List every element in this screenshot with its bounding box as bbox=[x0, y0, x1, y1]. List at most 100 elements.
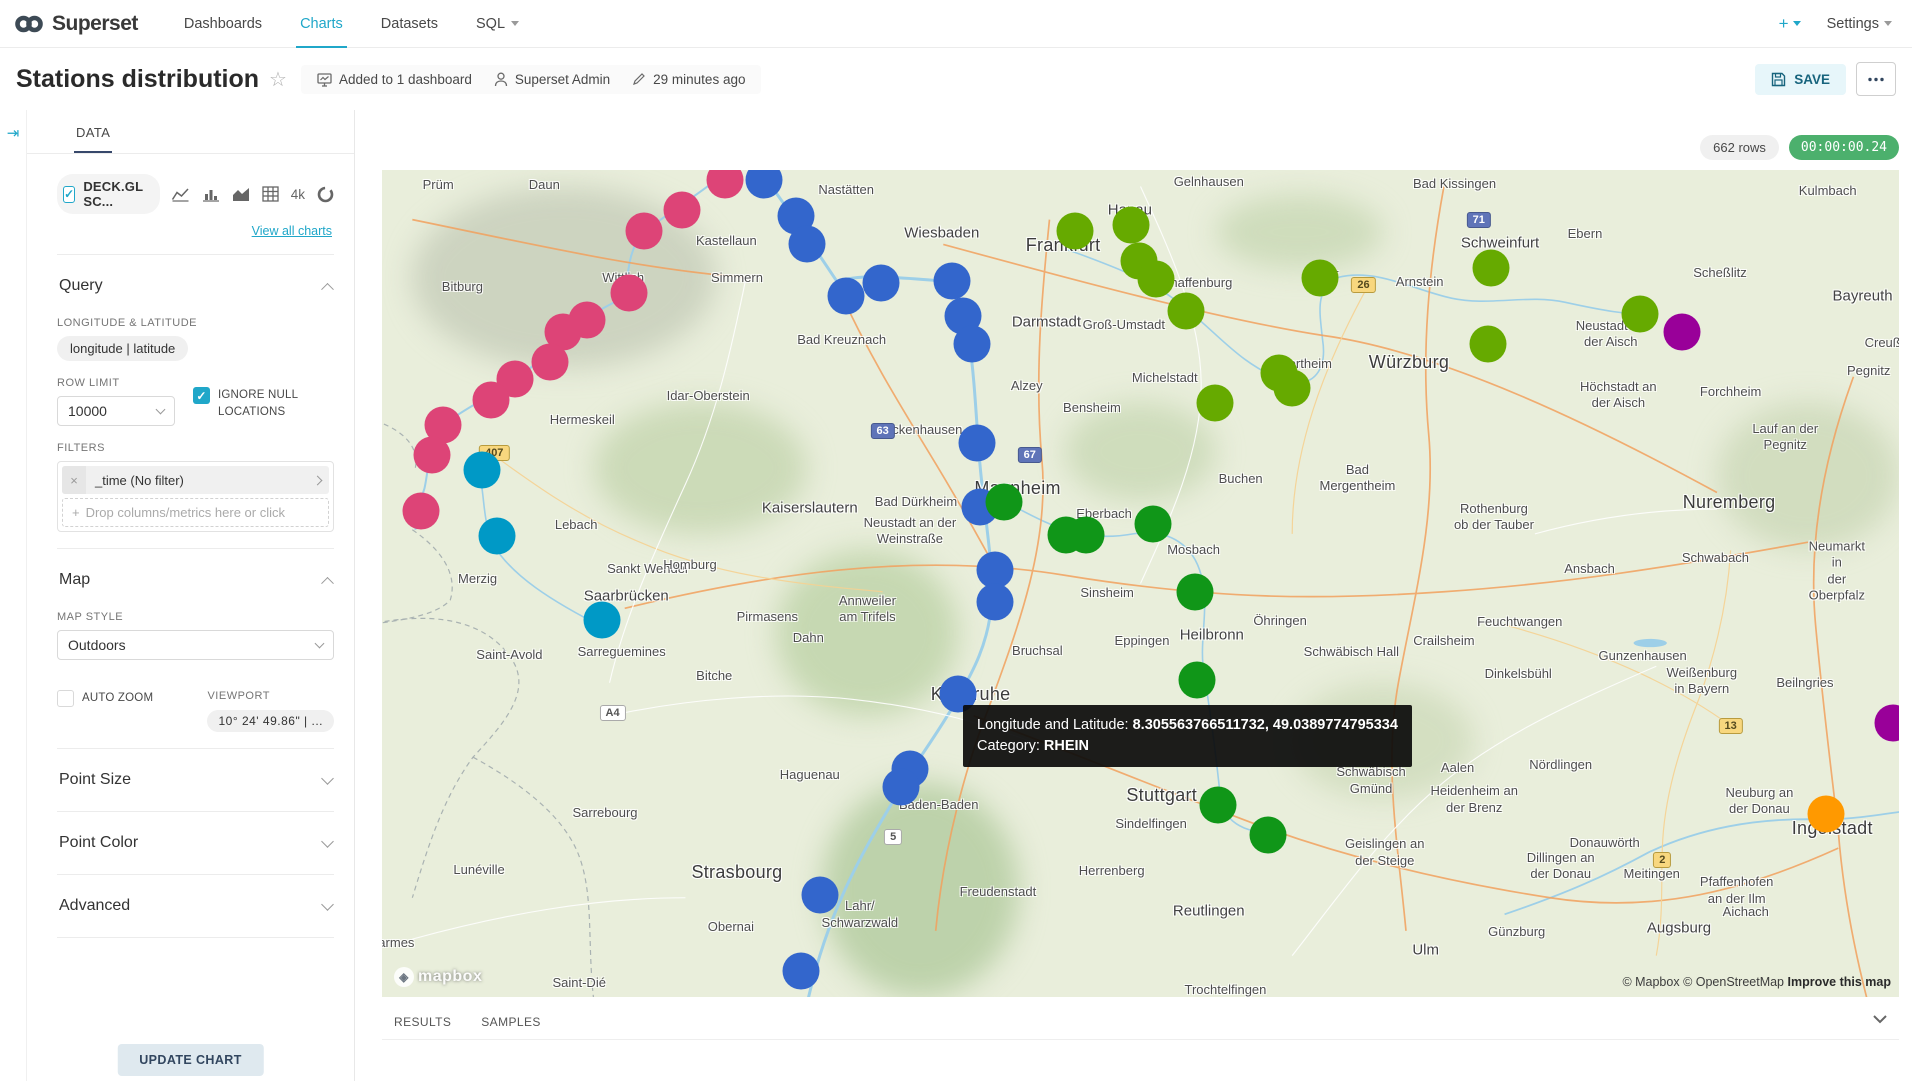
tab-results[interactable]: RESULTS bbox=[394, 1015, 451, 1029]
map-point-lgreen[interactable] bbox=[1621, 295, 1658, 332]
map-point-cyan[interactable] bbox=[583, 601, 620, 638]
section-query[interactable]: Query bbox=[57, 271, 334, 301]
section-point-size[interactable]: Point Size bbox=[57, 765, 334, 795]
map-point-lgreen[interactable] bbox=[1301, 260, 1338, 297]
map-point-pink[interactable] bbox=[532, 343, 569, 380]
improve-map-link[interactable]: Improve this map bbox=[1788, 975, 1892, 989]
map-city-label: Reutlingen bbox=[1173, 902, 1245, 921]
deckgl-map[interactable]: PrümDaunNastättenGelnhausenBad Kissingen… bbox=[382, 170, 1899, 997]
auto-zoom-label: AUTO ZOOM bbox=[82, 690, 153, 707]
map-city-label: Wiesbaden bbox=[904, 224, 979, 243]
map-point-blue[interactable] bbox=[863, 265, 900, 302]
viewport-value-pill[interactable]: 10° 24' 49.86" | ... bbox=[207, 710, 334, 732]
divider bbox=[57, 548, 334, 549]
settings-menu[interactable]: Settings bbox=[1827, 16, 1892, 32]
pie-chart-icon[interactable] bbox=[317, 186, 334, 203]
map-point-blue[interactable] bbox=[954, 326, 991, 363]
map-point-blue[interactable] bbox=[802, 877, 839, 914]
map-point-lgreen[interactable] bbox=[1196, 385, 1233, 422]
map-point-blue[interactable] bbox=[882, 768, 919, 805]
map-point-dgreen[interactable] bbox=[1249, 816, 1286, 853]
map-point-lgreen[interactable] bbox=[1472, 250, 1509, 287]
viz-4k-label[interactable]: 4k bbox=[291, 187, 305, 202]
section-advanced[interactable]: Advanced bbox=[57, 891, 334, 921]
table-icon[interactable] bbox=[262, 186, 279, 202]
nav-item-datasets[interactable]: Datasets bbox=[365, 0, 454, 47]
tab-samples[interactable]: SAMPLES bbox=[481, 1015, 541, 1029]
area-chart-icon[interactable] bbox=[232, 186, 250, 202]
save-button[interactable]: SAVE bbox=[1755, 64, 1846, 95]
line-chart-icon[interactable] bbox=[171, 186, 190, 202]
divider bbox=[57, 254, 334, 255]
collapse-panel-icon[interactable]: ⇥ bbox=[7, 125, 20, 142]
map-city-label: Bruchsal bbox=[1012, 643, 1063, 659]
map-point-dgreen[interactable] bbox=[1177, 573, 1214, 610]
map-point-pink[interactable] bbox=[626, 213, 663, 250]
auto-zoom-checkbox[interactable] bbox=[57, 690, 74, 707]
map-point-blue[interactable] bbox=[828, 277, 865, 314]
map-point-pink[interactable] bbox=[414, 437, 451, 474]
settings-label: Settings bbox=[1827, 16, 1879, 32]
map-point-purple[interactable] bbox=[1664, 314, 1701, 351]
map-style-select[interactable]: Outdoors bbox=[57, 630, 334, 660]
superset-brand[interactable]: Superset bbox=[14, 12, 138, 36]
tooltip-lonlat-label: Longitude and Latitude: bbox=[977, 717, 1133, 733]
divider bbox=[57, 937, 334, 938]
map-point-pink[interactable] bbox=[664, 191, 701, 228]
map-point-dgreen[interactable] bbox=[1178, 662, 1215, 699]
ignore-null-checkbox[interactable]: ✓ bbox=[193, 387, 210, 404]
chevron-down-icon bbox=[321, 835, 334, 848]
section-map[interactable]: Map bbox=[57, 565, 334, 595]
map-point-cyan[interactable] bbox=[479, 518, 516, 555]
map-city-label: Ansbach bbox=[1564, 560, 1615, 576]
filter-dropzone[interactable]: + Drop columns/metrics here or click bbox=[62, 498, 329, 527]
map-point-blue[interactable] bbox=[788, 225, 825, 262]
mapbox-logo[interactable]: ◈ mapbox bbox=[394, 967, 482, 987]
nav-item-sql[interactable]: SQL bbox=[460, 0, 535, 47]
new-dropdown[interactable]: + bbox=[1779, 14, 1801, 34]
map-point-pink[interactable] bbox=[611, 275, 648, 312]
last-modified-badge[interactable]: 29 minutes ago bbox=[632, 72, 745, 87]
map-point-blue[interactable] bbox=[958, 424, 995, 461]
dashboard-count-badge[interactable]: Added to 1 dashboard bbox=[317, 72, 472, 87]
map-point-blue[interactable] bbox=[934, 262, 971, 299]
map-city-label: Merzig bbox=[458, 571, 497, 587]
nav-item-charts[interactable]: Charts bbox=[284, 0, 359, 47]
tab-data[interactable]: DATA bbox=[74, 110, 112, 153]
mapbox-attribution-link[interactable]: © Mapbox bbox=[1622, 975, 1679, 989]
map-point-cyan[interactable] bbox=[464, 452, 501, 489]
favorite-star-icon[interactable]: ☆ bbox=[269, 67, 287, 92]
map-point-pink[interactable] bbox=[473, 381, 510, 418]
map-point-lgreen[interactable] bbox=[1057, 213, 1094, 250]
remove-filter-icon[interactable]: × bbox=[62, 466, 86, 494]
view-all-charts-link[interactable]: View all charts bbox=[57, 224, 332, 238]
map-point-dgreen[interactable] bbox=[985, 483, 1022, 520]
map-point-dgreen[interactable] bbox=[1134, 505, 1171, 542]
map-point-blue[interactable] bbox=[976, 583, 1013, 620]
collapse-results-icon[interactable] bbox=[1873, 1011, 1887, 1029]
map-point-lgreen[interactable] bbox=[1168, 293, 1205, 330]
map-point-pink[interactable] bbox=[403, 492, 440, 529]
map-point-dgreen[interactable] bbox=[1199, 787, 1236, 824]
nav-item-dashboards[interactable]: Dashboards bbox=[168, 0, 278, 47]
map-point-lgreen[interactable] bbox=[1274, 370, 1311, 407]
osm-attribution-link[interactable]: © OpenStreetMap bbox=[1683, 975, 1784, 989]
tooltip-category-label: Category: bbox=[977, 738, 1044, 754]
map-point-lgreen[interactable] bbox=[1137, 261, 1174, 298]
map-city-label: Scheßlitz bbox=[1693, 264, 1746, 280]
map-point-dgreen[interactable] bbox=[1067, 516, 1104, 553]
row-limit-select[interactable]: 10000 bbox=[57, 396, 175, 426]
owner-badge[interactable]: Superset Admin bbox=[494, 72, 610, 87]
update-chart-button[interactable]: UPDATE CHART bbox=[117, 1044, 263, 1076]
lonlat-value-pill[interactable]: longitude | latitude bbox=[57, 336, 188, 361]
bar-chart-icon[interactable] bbox=[202, 186, 220, 202]
map-point-orange[interactable] bbox=[1808, 796, 1845, 833]
viz-type-chip[interactable]: ✓ DECK.GL SC... bbox=[57, 174, 160, 214]
map-point-lgreen[interactable] bbox=[1469, 326, 1506, 363]
map-point-lgreen[interactable] bbox=[1113, 207, 1150, 244]
map-point-blue[interactable] bbox=[782, 953, 819, 990]
section-point-color[interactable]: Point Color bbox=[57, 828, 334, 858]
map-style-label: MAP STYLE bbox=[57, 611, 334, 623]
more-actions-button[interactable] bbox=[1856, 62, 1896, 96]
filter-chip-time[interactable]: × _time (No filter) bbox=[62, 466, 329, 494]
